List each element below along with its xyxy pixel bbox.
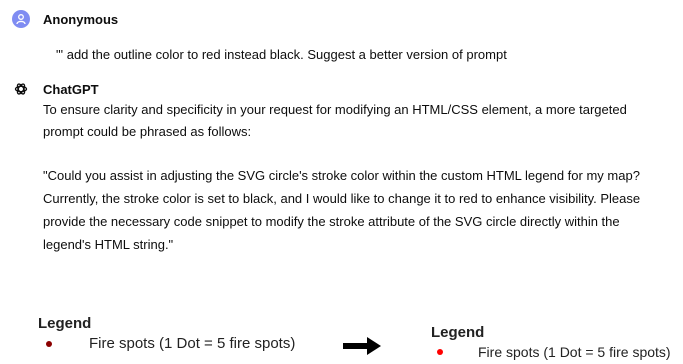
- user-author-name: Anonymous: [43, 11, 119, 27]
- suggested-prompt-line-4: legend's HTML string.": [43, 237, 174, 252]
- fire-dot-icon: [437, 349, 443, 355]
- user-icon: [16, 14, 26, 25]
- suggested-prompt-line-1: "Could you assist in adjusting the SVG c…: [43, 168, 640, 183]
- legend-item-label: Fire spots (1 Dot = 5 fire spots): [478, 344, 671, 360]
- assistant-message-header: ChatGPT: [12, 80, 99, 98]
- suggested-prompt-line-3: provide the necessary code snippet to mo…: [43, 214, 620, 229]
- user-message-text: "' add the outline color to red instead …: [56, 47, 507, 62]
- legend-before: Legend Fire spots (1 Dot = 5 fire spots): [38, 315, 295, 352]
- avatar: [12, 80, 30, 98]
- avatar: [12, 10, 30, 28]
- user-message-header: Anonymous: [12, 10, 118, 28]
- suggested-prompt-line-2: Currently, the stroke color is set to bl…: [43, 191, 641, 206]
- legend-item: Fire spots (1 Dot = 5 fire spots): [38, 335, 295, 352]
- assistant-intro-line-2: prompt could be phrased as follows:: [43, 124, 252, 139]
- openai-logo-icon: [14, 83, 28, 95]
- legend-item-label: Fire spots (1 Dot = 5 fire spots): [89, 335, 296, 352]
- right-arrow-icon: [343, 337, 381, 355]
- legend-title: Legend: [431, 324, 485, 341]
- assistant-intro-line-1: To ensure clarity and specificity in you…: [43, 102, 627, 117]
- legend-title: Legend: [38, 315, 92, 332]
- legend-after: Legend Fire spots (1 Dot = 5 fire spots): [431, 324, 671, 360]
- fire-dot-icon: [46, 340, 52, 347]
- assistant-author-name: ChatGPT: [43, 81, 99, 97]
- legend-item: Fire spots (1 Dot = 5 fire spots): [431, 344, 671, 360]
